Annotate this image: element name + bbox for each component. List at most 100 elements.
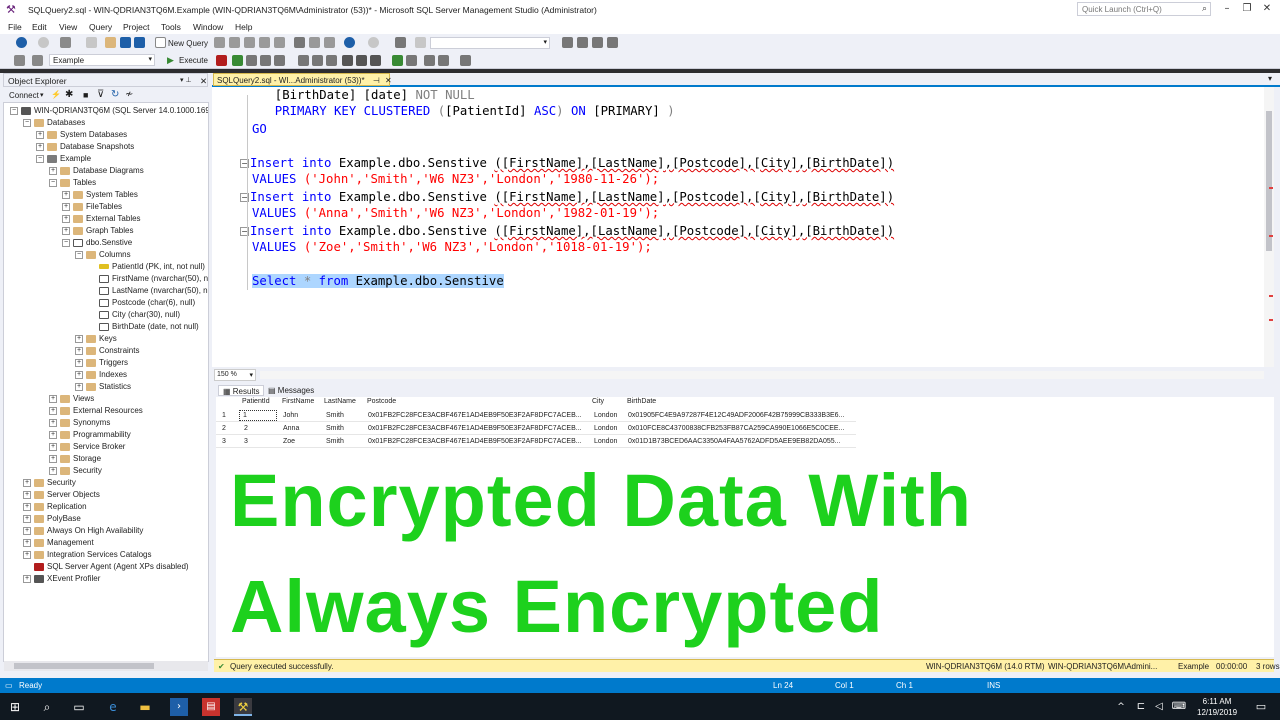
tree-node[interactable]: + XEvent Profiler: [23, 573, 100, 585]
toolbox-icon[interactable]: [577, 37, 588, 48]
window-layout-icon[interactable]: [607, 37, 618, 48]
tree-node[interactable]: + Triggers: [75, 357, 128, 369]
cell[interactable]: 0x01D1B73BCED6AAC3350A4FAA5762ADFD5AEE9E…: [628, 438, 840, 445]
expand-icon[interactable]: +: [75, 346, 83, 355]
properties-icon[interactable]: [562, 37, 573, 48]
tree-node[interactable]: + Server Objects: [23, 489, 100, 501]
execute-icon[interactable]: ▶: [167, 55, 174, 66]
query-mdx-icon[interactable]: [259, 37, 270, 48]
query-dmx-icon[interactable]: [274, 37, 285, 48]
results-to-grid-icon[interactable]: [356, 55, 367, 66]
tree-node[interactable]: + System Databases: [36, 129, 127, 141]
menu-project[interactable]: Project: [123, 22, 149, 32]
task-view-icon[interactable]: ▭: [70, 698, 88, 716]
tree-node[interactable]: City (char(30), null): [88, 309, 180, 321]
cell[interactable]: Zoe: [283, 438, 295, 445]
tree-node[interactable]: + Management: [23, 537, 94, 549]
close-icon[interactable]: ✕: [1258, 3, 1276, 17]
tree-node[interactable]: − Tables: [49, 177, 96, 189]
display-plan-icon[interactable]: [246, 55, 257, 66]
refresh-icon[interactable]: ↻: [111, 89, 119, 100]
network-icon[interactable]: ⊏: [1132, 698, 1150, 716]
cell[interactable]: Smith: [326, 438, 344, 445]
scroll-thumb[interactable]: [1266, 111, 1272, 251]
column-header[interactable]: LastName: [324, 398, 356, 405]
tree-node[interactable]: SQL Server Agent (Agent XPs disabled): [23, 561, 189, 573]
results-to-text-icon[interactable]: [342, 55, 353, 66]
expand-icon[interactable]: +: [49, 394, 57, 403]
menu-file[interactable]: File: [8, 22, 22, 32]
tree-node[interactable]: + Storage: [49, 453, 101, 465]
restore-icon[interactable]: ❐: [1238, 3, 1256, 17]
cell[interactable]: 0x01FB2FC28FCE3ACBF467E1AD4EB9F50E3F2AF8…: [368, 438, 582, 445]
copy-icon[interactable]: [309, 37, 320, 48]
minimize-icon[interactable]: –: [1218, 3, 1236, 17]
cell[interactable]: 0x010FCE8C43700838CFB253FB87CA259CA990E1…: [628, 425, 844, 432]
expand-icon[interactable]: +: [49, 442, 57, 451]
column-header[interactable]: PatientId: [242, 398, 270, 405]
ssms-taskbar-icon[interactable]: ⚒: [234, 698, 252, 716]
editor-hscrollbar[interactable]: [260, 371, 1264, 379]
tree-node[interactable]: + Always On High Availability: [23, 525, 143, 537]
notifications-icon[interactable]: ▭: [1252, 698, 1270, 716]
column-header[interactable]: BirthDate: [627, 398, 656, 405]
expand-icon[interactable]: +: [23, 574, 31, 583]
tree-node[interactable]: + Statistics: [75, 381, 131, 393]
tree-node[interactable]: + Replication: [23, 501, 87, 513]
scroll-thumb[interactable]: [14, 663, 154, 669]
cell[interactable]: 0x01905FC4E9A97287F4E12C49ADF2006F42B759…: [628, 412, 844, 419]
tree-node[interactable]: + Integration Services Catalogs: [23, 549, 152, 561]
save-icon[interactable]: [120, 37, 131, 48]
expand-icon[interactable]: +: [23, 502, 31, 511]
volume-icon[interactable]: ◁: [1150, 698, 1168, 716]
toolbox-app-icon[interactable]: ▤: [202, 698, 220, 716]
disconnect-icon[interactable]: ✱: [65, 89, 73, 100]
expand-icon[interactable]: +: [62, 214, 70, 223]
open-file-icon[interactable]: [105, 37, 116, 48]
menu-edit[interactable]: Edit: [32, 22, 47, 32]
activity-monitor-icon[interactable]: ≁: [125, 89, 133, 100]
expand-icon[interactable]: +: [36, 142, 44, 151]
chevron-down-icon[interactable]: ▾: [40, 91, 44, 99]
expand-icon[interactable]: +: [49, 166, 57, 175]
tree-node[interactable]: PatientId (PK, int, not null): [88, 261, 205, 273]
tree-node[interactable]: − WIN-QDRIAN3TQ6M (SQL Server 14.0.1000.1…: [10, 105, 208, 117]
expand-icon[interactable]: +: [49, 418, 57, 427]
cell[interactable]: Smith: [326, 412, 344, 419]
tree-node[interactable]: FirstName (nvarchar(50), nu: [88, 273, 208, 285]
tab-sqlquery2[interactable]: SQLQuery2.sql - WI...Administrator (53))…: [213, 73, 392, 86]
undo-icon[interactable]: [344, 37, 355, 48]
menu-view[interactable]: View: [59, 22, 77, 32]
close-panel-icon[interactable]: ✕: [200, 76, 207, 87]
file-explorer-icon[interactable]: ▬: [136, 698, 154, 716]
tab-messages[interactable]: ▤ Messages: [264, 385, 318, 396]
expand-icon[interactable]: +: [36, 130, 44, 139]
change-connection-icon[interactable]: [32, 55, 43, 66]
table-row[interactable]: 2 2 Anna Smith 0x01FB2FC28FCE3ACBF467E1A…: [216, 423, 856, 435]
query-xmla-icon[interactable]: [244, 37, 255, 48]
indent-icon[interactable]: [438, 55, 449, 66]
menu-query[interactable]: Query: [89, 22, 112, 32]
cell[interactable]: London: [594, 438, 617, 445]
tree-node[interactable]: − Databases: [23, 117, 85, 129]
outdent-icon[interactable]: [424, 55, 435, 66]
expand-icon[interactable]: +: [23, 538, 31, 547]
tab-results[interactable]: ▦ Results: [218, 385, 265, 396]
database-combo[interactable]: Example ▾: [49, 54, 155, 66]
tree-node[interactable]: + Indexes: [75, 369, 127, 381]
connect-button[interactable]: Connect: [9, 91, 39, 100]
windows-start-icon[interactable]: ⊞: [6, 698, 24, 716]
tree-node[interactable]: + Views: [49, 393, 94, 405]
new-query-button[interactable]: New Query: [168, 39, 208, 48]
cell[interactable]: 3: [244, 438, 248, 445]
editor-vscrollbar[interactable]: [1264, 87, 1274, 367]
results-to-file-icon[interactable]: [370, 55, 381, 66]
expand-icon[interactable]: +: [23, 490, 31, 499]
query-db-icon[interactable]: [214, 37, 225, 48]
tree-node[interactable]: + Service Broker: [49, 441, 125, 453]
redo-icon[interactable]: [368, 37, 379, 48]
expand-icon[interactable]: +: [23, 478, 31, 487]
search-icon[interactable]: ⌕: [38, 698, 56, 716]
column-header[interactable]: City: [592, 398, 604, 405]
cell[interactable]: London: [594, 412, 617, 419]
